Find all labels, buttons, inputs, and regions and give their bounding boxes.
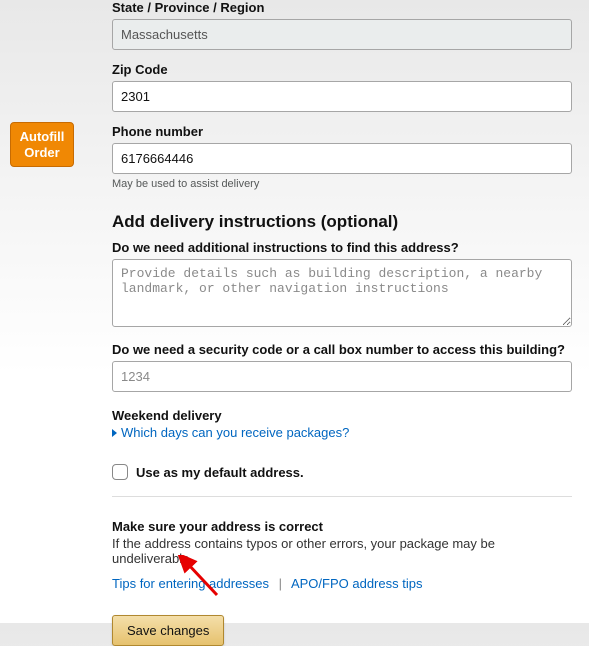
state-input[interactable] (112, 19, 572, 50)
phone-label: Phone number (112, 124, 572, 139)
default-address-checkbox[interactable] (112, 464, 128, 480)
state-label: State / Province / Region (112, 0, 572, 15)
apo-fpo-link[interactable]: APO/FPO address tips (291, 576, 423, 591)
default-address-label: Use as my default address. (136, 465, 304, 480)
default-address-row[interactable]: Use as my default address. (112, 464, 572, 480)
divider (112, 496, 572, 497)
link-separator: | (279, 576, 282, 591)
weekend-delivery-link[interactable]: Which days can you receive packages? (112, 425, 572, 440)
address-form: State / Province / Region Zip Code Phone… (112, 0, 572, 646)
tips-entering-link[interactable]: Tips for entering addresses (112, 576, 269, 591)
instructions-q1-input[interactable] (112, 259, 572, 327)
weekend-delivery-label: Weekend delivery (112, 408, 572, 423)
weekend-link-text: Which days can you receive packages? (121, 425, 349, 440)
phone-hint: May be used to assist delivery (112, 178, 572, 190)
address-tips-links: Tips for entering addresses | APO/FPO ad… (112, 576, 572, 591)
zip-input[interactable] (112, 81, 572, 112)
phone-input[interactable] (112, 143, 572, 174)
save-changes-button[interactable]: Save changes (112, 615, 224, 646)
autofill-order-button[interactable]: Autofill Order (10, 122, 74, 167)
instructions-q2-input[interactable] (112, 361, 572, 392)
autofill-line2: Order (24, 145, 59, 160)
autofill-line1: Autofill (20, 129, 65, 144)
correct-heading: Make sure your address is correct (112, 519, 572, 534)
caret-right-icon (112, 429, 117, 437)
instructions-heading: Add delivery instructions (optional) (112, 212, 572, 232)
instructions-q2-label: Do we need a security code or a call box… (112, 342, 572, 357)
instructions-q1-label: Do we need additional instructions to fi… (112, 240, 572, 255)
zip-label: Zip Code (112, 62, 572, 77)
correct-text: If the address contains typos or other e… (112, 536, 572, 566)
